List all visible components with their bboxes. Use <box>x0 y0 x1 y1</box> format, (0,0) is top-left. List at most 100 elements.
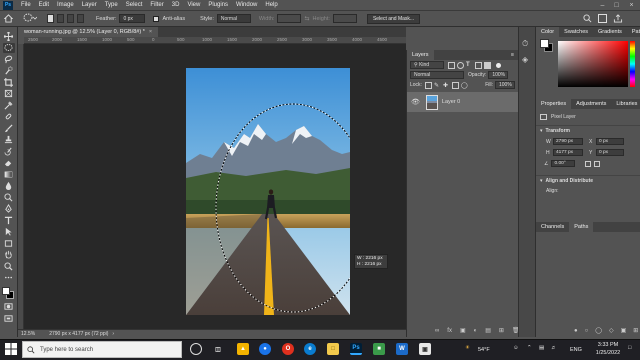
layer-style-icon[interactable]: fx <box>447 328 452 334</box>
tab-channels[interactable]: Channels <box>536 222 569 232</box>
tab-adjustments[interactable]: Adjustments <box>571 99 611 109</box>
add-path-mask-icon[interactable]: ▣ <box>621 327 627 334</box>
visibility-eye-icon[interactable]: 👁 <box>411 98 420 106</box>
edge-icon[interactable]: e <box>304 343 316 355</box>
new-selection-icon[interactable] <box>47 14 54 23</box>
clock[interactable]: 3:33 PM 1/25/2022 <box>593 341 623 357</box>
eyedropper-tool-icon[interactable] <box>3 100 15 110</box>
panel-menu-icon[interactable]: ≡ <box>511 52 514 58</box>
app-white-icon[interactable]: ▣ <box>419 343 431 355</box>
volume-icon[interactable]: ♬ <box>551 345 557 351</box>
menu-edit[interactable]: Edit <box>35 2 53 8</box>
align-header[interactable]: ▾ Align and Distribute <box>536 175 640 186</box>
zoom-tool-icon[interactable] <box>3 261 15 271</box>
eraser-tool-icon[interactable] <box>3 158 15 168</box>
pen-tool-icon[interactable] <box>3 204 15 214</box>
opacity-input[interactable]: 100% <box>488 71 509 79</box>
w-input[interactable]: 2790 px <box>553 138 583 145</box>
elliptical-marquee-preset-icon[interactable] <box>23 13 38 24</box>
zoom-level[interactable]: 12.5% <box>21 331 35 337</box>
tab-patterns[interactable]: Patterns <box>627 27 640 37</box>
healing-brush-tool-icon[interactable] <box>3 112 15 122</box>
chrome-icon[interactable]: ● <box>259 343 271 355</box>
menu-filter[interactable]: Filter <box>146 2 167 8</box>
opera-icon[interactable]: O <box>282 343 294 355</box>
lock-transparent-icon[interactable] <box>424 81 432 89</box>
tab-layers[interactable]: Layers <box>407 50 434 60</box>
fill-path-icon[interactable]: ● <box>574 328 578 334</box>
h-input[interactable]: 4177 px <box>553 149 583 156</box>
crop-tool-icon[interactable] <box>3 77 15 87</box>
tab-libraries[interactable]: Libraries <box>611 99 640 109</box>
show-hidden-icon[interactable]: ⌃ <box>527 345 532 351</box>
type-tool-icon[interactable] <box>3 215 15 225</box>
word-icon[interactable]: W <box>396 343 408 355</box>
menu-help[interactable]: Help <box>261 2 281 8</box>
layer-row[interactable]: 👁 Layer 0 <box>407 92 518 112</box>
hue-slider[interactable] <box>630 41 635 87</box>
link-layers-icon[interactable]: ∞ <box>435 328 439 334</box>
quick-select-tool-icon[interactable] <box>3 66 15 76</box>
close-icon[interactable]: × <box>625 0 638 11</box>
weather-temp[interactable]: 54°F <box>478 347 490 353</box>
menu-type[interactable]: Type <box>101 2 122 8</box>
document-tab[interactable]: woman-running.jpg @ 12.5% (Layer 0, RGB/… <box>18 27 159 37</box>
new-group-icon[interactable]: ▤ <box>485 327 491 334</box>
blend-mode-select[interactable]: Normal <box>410 71 464 79</box>
filter-pixel-icon[interactable] <box>448 61 455 69</box>
canvas-area[interactable]: W : 2216 px H : 2216 px <box>24 44 406 329</box>
workspace-icon[interactable] <box>598 14 607 23</box>
x-input[interactable]: 0 px <box>596 138 624 145</box>
menu-file[interactable]: File <box>17 2 35 8</box>
flip-horizontal-icon[interactable] <box>585 160 592 167</box>
make-path-icon[interactable]: ◇ <box>609 327 614 334</box>
chevron-right-icon[interactable]: › <box>112 331 114 337</box>
layers-dock-icon[interactable]: ◈ <box>522 55 532 64</box>
photoshop-taskbar-icon[interactable]: Ps <box>350 343 362 355</box>
filter-toggle-icon[interactable] <box>496 62 501 68</box>
tab-swatches[interactable]: Swatches <box>559 27 593 37</box>
menu-view[interactable]: View <box>183 2 204 8</box>
color-picker-field[interactable] <box>558 41 628 87</box>
load-selection-icon[interactable]: ◯ <box>595 327 602 334</box>
feather-input[interactable]: 0 px <box>119 14 146 23</box>
filter-shape-icon[interactable] <box>475 61 482 69</box>
lock-pixels-icon[interactable]: ✎ <box>434 82 441 89</box>
tab-paths[interactable]: Paths <box>569 222 594 232</box>
lock-all-icon[interactable]: ◯ <box>461 82 468 89</box>
color-fg-swatch[interactable] <box>540 39 549 48</box>
path-selection-tool-icon[interactable] <box>3 227 15 237</box>
menu-select[interactable]: Select <box>122 2 147 8</box>
angle-input[interactable]: 0.00° <box>551 160 576 167</box>
fill-input[interactable]: 100% <box>495 81 515 89</box>
dodge-tool-icon[interactable] <box>3 192 15 202</box>
cortana-icon[interactable] <box>190 343 202 355</box>
lock-position-icon[interactable]: ✚ <box>443 82 450 89</box>
stroke-path-icon[interactable]: ○ <box>585 328 589 334</box>
tab-properties[interactable]: Properties <box>536 99 572 109</box>
anti-alias-checkbox[interactable] <box>153 15 160 22</box>
document-image[interactable] <box>186 68 350 315</box>
task-view-icon[interactable]: ◫ <box>212 343 224 355</box>
add-mask-icon[interactable]: ▣ <box>460 327 466 334</box>
screen-mode-icon[interactable] <box>3 313 15 323</box>
select-and-mask-button[interactable]: Select and Mask... <box>366 13 421 24</box>
history-brush-tool-icon[interactable] <box>3 146 15 156</box>
color-swatches[interactable] <box>0 285 17 301</box>
flip-vertical-icon[interactable] <box>594 160 601 167</box>
weather-icon[interactable]: ☀ <box>465 345 470 351</box>
people-icon[interactable]: ☺ <box>513 345 519 351</box>
menu-window[interactable]: Window <box>232 2 261 8</box>
taskbar-search[interactable]: Type here to search <box>22 341 182 358</box>
elliptical-marquee-tool-icon[interactable] <box>2 42 15 53</box>
menu-plugins[interactable]: Plugins <box>204 2 232 8</box>
style-select[interactable]: Normal <box>216 14 251 23</box>
clone-stamp-tool-icon[interactable] <box>3 135 15 145</box>
subtract-selection-icon[interactable] <box>67 14 74 23</box>
blur-tool-icon[interactable] <box>3 181 15 191</box>
menu-image[interactable]: Image <box>53 2 78 8</box>
filter-adjustment-icon[interactable] <box>457 61 464 69</box>
maximize-icon[interactable]: □ <box>610 0 623 11</box>
close-document-icon[interactable]: × <box>149 29 152 35</box>
tab-color[interactable]: Color <box>536 27 560 37</box>
